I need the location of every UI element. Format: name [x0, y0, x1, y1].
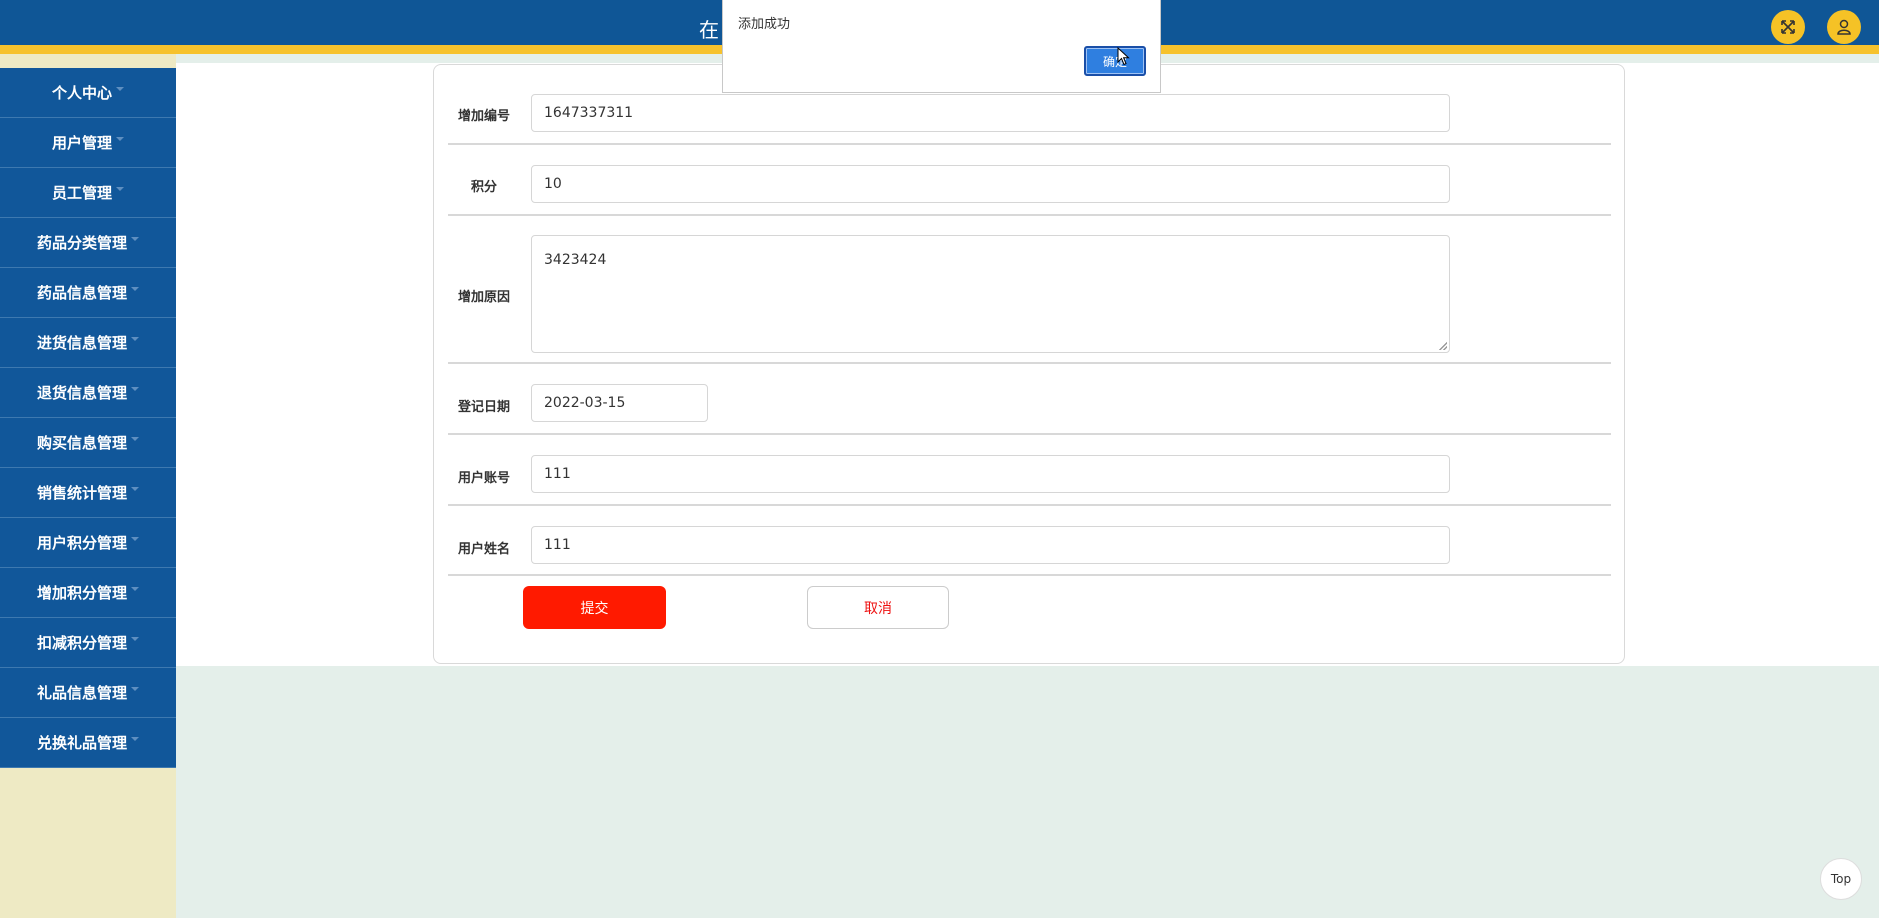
caret-down-icon: [131, 486, 139, 491]
field-label-user-account: 用户账号: [457, 471, 510, 486]
caret-down-icon: [131, 236, 139, 241]
sidebar-item-buy-info[interactable]: 购买信息管理: [0, 418, 176, 468]
sidebar-item-user-management[interactable]: 用户管理: [0, 118, 176, 168]
caret-down-icon: [116, 186, 124, 191]
sidebar-item-purchase-info[interactable]: 进货信息管理: [0, 318, 176, 368]
row-divider: [448, 143, 1611, 145]
caret-down-icon: [131, 536, 139, 541]
caret-down-icon: [116, 136, 124, 141]
sidebar-item-gift-info[interactable]: 礼品信息管理: [0, 668, 176, 718]
caret-down-icon: [131, 736, 139, 741]
expand-icon: [1781, 20, 1795, 34]
row-divider: [448, 433, 1611, 435]
sidebar-item-staff-management[interactable]: 员工管理: [0, 168, 176, 218]
caret-down-icon: [131, 636, 139, 641]
caret-down-icon: [131, 686, 139, 691]
field-label-user-name: 用户姓名: [457, 542, 510, 557]
field-label-points: 积分: [470, 180, 497, 195]
sidebar-item-return-info[interactable]: 退货信息管理: [0, 368, 176, 418]
user-name-input[interactable]: 111: [531, 526, 1450, 564]
sidebar-item-drug-info[interactable]: 药品信息管理: [0, 268, 176, 318]
submit-button[interactable]: 提交: [523, 586, 666, 629]
caret-down-icon: [131, 386, 139, 391]
reason-textarea[interactable]: 3423424: [531, 235, 1450, 353]
fullscreen-button[interactable]: [1771, 10, 1805, 44]
row-divider: [448, 504, 1611, 506]
sidebar-item-gift-exchange[interactable]: 兑换礼品管理: [0, 718, 176, 768]
header-title: 在: [699, 18, 719, 42]
sidebar: 个人中心 用户管理 员工管理 药品分类管理 药品信息管理 进货信息管理 退货信息…: [0, 54, 176, 918]
points-input[interactable]: 10: [531, 165, 1450, 203]
row-divider: [448, 574, 1611, 576]
caret-down-icon: [131, 436, 139, 441]
row-divider: [448, 214, 1611, 216]
field-label-reason: 增加原因: [457, 290, 510, 305]
field-label-add-id: 增加编号: [457, 109, 510, 124]
row-divider: [448, 362, 1611, 364]
resize-grip-icon[interactable]: [1439, 342, 1447, 350]
dialog-ok-button[interactable]: 确定: [1084, 46, 1146, 76]
user-account-input[interactable]: 111: [531, 455, 1450, 493]
user-button[interactable]: [1827, 10, 1861, 44]
dialog-message: 添加成功: [738, 17, 791, 32]
sidebar-item-personal-center[interactable]: 个人中心: [0, 68, 176, 118]
sidebar-item-sales-stats[interactable]: 销售统计管理: [0, 468, 176, 518]
back-to-top-button[interactable]: Top: [1820, 858, 1862, 900]
cancel-button[interactable]: 取消: [807, 586, 949, 629]
sidebar-item-drug-category[interactable]: 药品分类管理: [0, 218, 176, 268]
caret-down-icon: [131, 586, 139, 591]
register-date-input[interactable]: 2022-03-15: [531, 384, 708, 422]
mouse-cursor-icon: [1117, 47, 1130, 66]
sidebar-item-add-points[interactable]: 增加积分管理: [0, 568, 176, 618]
caret-down-icon: [116, 86, 124, 91]
sidebar-item-deduct-points[interactable]: 扣减积分管理: [0, 618, 176, 668]
alert-dialog: 添加成功 确定: [722, 0, 1161, 93]
add-id-input[interactable]: 1647337311: [531, 94, 1450, 132]
caret-down-icon: [131, 286, 139, 291]
field-label-register-date: 登记日期: [457, 400, 510, 415]
sidebar-item-user-points[interactable]: 用户积分管理: [0, 518, 176, 568]
caret-down-icon: [131, 336, 139, 341]
user-icon: [1837, 19, 1851, 35]
